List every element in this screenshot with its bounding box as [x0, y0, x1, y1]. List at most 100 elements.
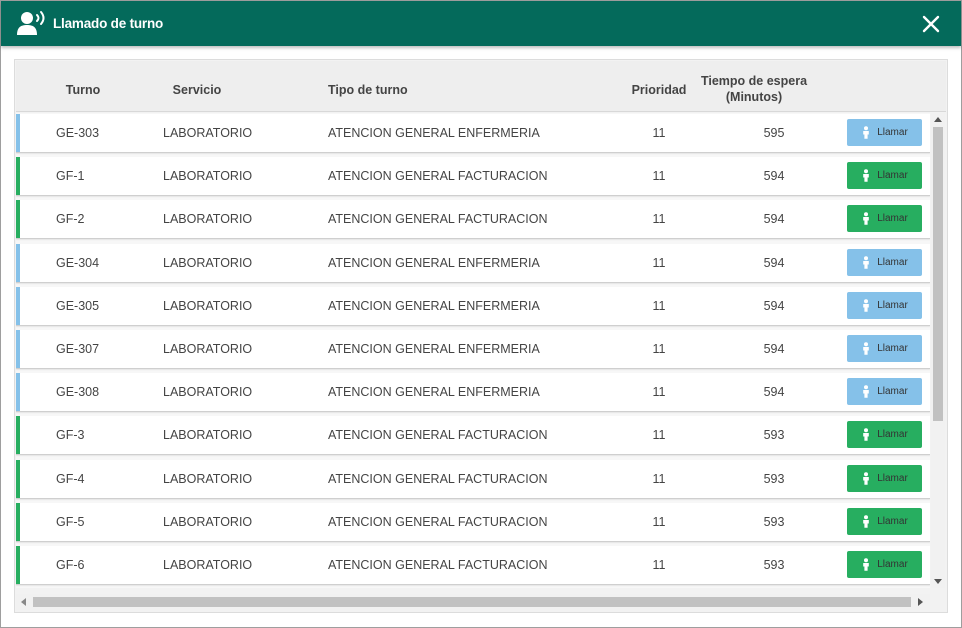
llamar-button[interactable]: Llamar: [847, 421, 922, 449]
cell-prioridad: 11: [652, 558, 666, 572]
llamar-button[interactable]: Llamar: [847, 378, 922, 406]
category-indicator: [16, 200, 20, 239]
table-row: GF-4 LABORATORIO ATENCION GENERAL FACTURAC…: [16, 459, 930, 499]
cell-prioridad: 11: [652, 298, 666, 313]
cell-tiempo: 594: [763, 169, 785, 184]
dialog-header: Llamado de turno: [1, 1, 961, 46]
cell-prioridad: 11: [652, 385, 666, 400]
scroll-left-arrow[interactable]: [21, 598, 26, 606]
cell-tiempo: 593: [763, 558, 785, 572]
cell-servicio: LABORATORIO: [163, 558, 253, 572]
llamar-button-label: Llamar: [877, 170, 908, 182]
cell-tipo: ATENCION GENERAL FACTURACION: [328, 471, 548, 486]
cell-prioridad: 11: [652, 255, 666, 270]
cell-tipo: ATENCION GENERAL FACTURACION: [328, 212, 548, 227]
cell-servicio: LABORATORIO: [163, 169, 253, 184]
category-indicator: [16, 157, 20, 196]
cell-turno: GF-2: [56, 212, 85, 227]
llamar-button[interactable]: Llamar: [847, 248, 922, 276]
horizontal-scrollbar[interactable]: [16, 594, 930, 610]
table-row: GE-305 LABORATORIO ATENCION GENERAL ENFERM…: [16, 286, 930, 326]
llamar-button-label: Llamar: [877, 127, 908, 138]
table-row: GF-2 LABORATORIO ATENCION GENERAL FACTURAC…: [16, 200, 930, 240]
llamar-button-label: Llamar: [877, 559, 908, 570]
person-icon: [863, 428, 870, 442]
llamar-button-label: Llamar: [877, 213, 908, 225]
column-header-turno: Turno: [65, 83, 101, 97]
cell-tipo: ATENCION GENERAL ENFERMERIA: [328, 255, 540, 270]
table-row: GE-308 LABORATORIO ATENCION GENERAL ENFERM…: [16, 373, 930, 413]
cell-servicio: LABORATORIO: [163, 298, 253, 313]
cell-tipo: ATENCION GENERAL ENFERMERIA: [328, 342, 540, 356]
cell-turno: GE-305: [56, 298, 100, 313]
column-header-tipo: Tipo de turno: [328, 83, 408, 97]
column-header-tiempo-line1: Tiempo de espera: [700, 74, 808, 88]
vertical-scrollbar[interactable]: [931, 113, 945, 588]
cell-turno: GF-5: [56, 514, 85, 529]
cell-turno: GE-308: [56, 385, 100, 400]
vertical-scroll-thumb[interactable]: [933, 127, 943, 421]
person-icon: [863, 298, 870, 312]
cell-tipo: ATENCION GENERAL FACTURACION: [328, 428, 548, 443]
cell-tiempo: 593: [763, 514, 785, 529]
cell-tiempo: 593: [763, 428, 785, 443]
llamar-button[interactable]: Llamar: [847, 464, 922, 492]
cell-prioridad: 11: [652, 169, 666, 184]
cell-turno: GE-304: [56, 255, 100, 270]
table-row: GF-6 LABORATORIO ATENCION GENERAL FACTURAC…: [16, 546, 930, 585]
cell-prioridad: 11: [652, 212, 666, 227]
close-icon[interactable]: [920, 13, 942, 35]
cell-turno: GF-1: [56, 169, 85, 184]
llamar-button[interactable]: Llamar: [847, 162, 922, 190]
voice-call-icon: [17, 11, 45, 35]
category-indicator: [16, 373, 20, 412]
cell-servicio: LABORATORIO: [163, 428, 253, 443]
cell-turno: GF-6: [56, 558, 85, 572]
cell-prioridad: 11: [652, 514, 666, 529]
cell-tipo: ATENCION GENERAL ENFERMERIA: [328, 298, 540, 313]
llamar-button-label: Llamar: [877, 299, 908, 311]
turnos-table: Turno Servicio Tipo de turno Prioridad T…: [14, 59, 948, 613]
table-body[interactable]: GE-303 LABORATORIO ATENCION GENERAL ENFERM…: [16, 113, 930, 588]
cell-tiempo: 594: [763, 298, 785, 313]
scroll-up-arrow[interactable]: [934, 117, 942, 122]
cell-servicio: LABORATORIO: [163, 126, 253, 140]
cell-turno: GE-303: [56, 126, 100, 140]
table-row: GE-307 LABORATORIO ATENCION GENERAL ENFERM…: [16, 330, 930, 369]
llamar-button-label: Llamar: [877, 429, 908, 441]
table-row: GE-303 LABORATORIO ATENCION GENERAL ENFERM…: [16, 114, 930, 153]
llamar-button[interactable]: Llamar: [847, 551, 922, 578]
category-indicator: [16, 416, 20, 455]
llamar-button[interactable]: Llamar: [847, 507, 922, 535]
person-icon: [863, 126, 870, 139]
cell-tiempo: 594: [763, 385, 785, 400]
category-indicator: [16, 502, 20, 541]
horizontal-scroll-thumb[interactable]: [33, 597, 911, 607]
scroll-right-arrow[interactable]: [918, 598, 923, 606]
category-indicator: [16, 286, 20, 325]
cell-tipo: ATENCION GENERAL FACTURACION: [328, 558, 548, 572]
column-header-prioridad: Prioridad: [631, 83, 687, 97]
cell-turno: GF-3: [56, 428, 85, 443]
column-header-servicio: Servicio: [172, 83, 222, 97]
llamado-turno-dialog: Llamado de turno Turno Servicio Tipo de …: [0, 0, 962, 628]
cell-prioridad: 11: [652, 428, 666, 443]
scroll-down-arrow[interactable]: [934, 579, 942, 584]
llamar-button-label: Llamar: [877, 386, 908, 398]
llamar-button[interactable]: Llamar: [847, 119, 922, 146]
person-icon: [863, 514, 870, 528]
llamar-button-label: Llamar: [877, 515, 908, 527]
llamar-button[interactable]: Llamar: [847, 335, 922, 362]
category-indicator: [16, 330, 20, 368]
llamar-button-label: Llamar: [877, 256, 908, 268]
cell-servicio: LABORATORIO: [163, 212, 253, 227]
cell-tiempo: 594: [763, 212, 785, 227]
person-icon: [863, 385, 870, 398]
llamar-button[interactable]: Llamar: [847, 205, 922, 233]
cell-servicio: LABORATORIO: [163, 385, 253, 400]
person-icon: [863, 471, 870, 485]
llamar-button[interactable]: Llamar: [847, 291, 922, 319]
column-header-tiempo-line2: (Minutos): [725, 90, 783, 104]
cell-prioridad: 11: [652, 342, 666, 356]
llamar-button-label: Llamar: [877, 343, 908, 354]
